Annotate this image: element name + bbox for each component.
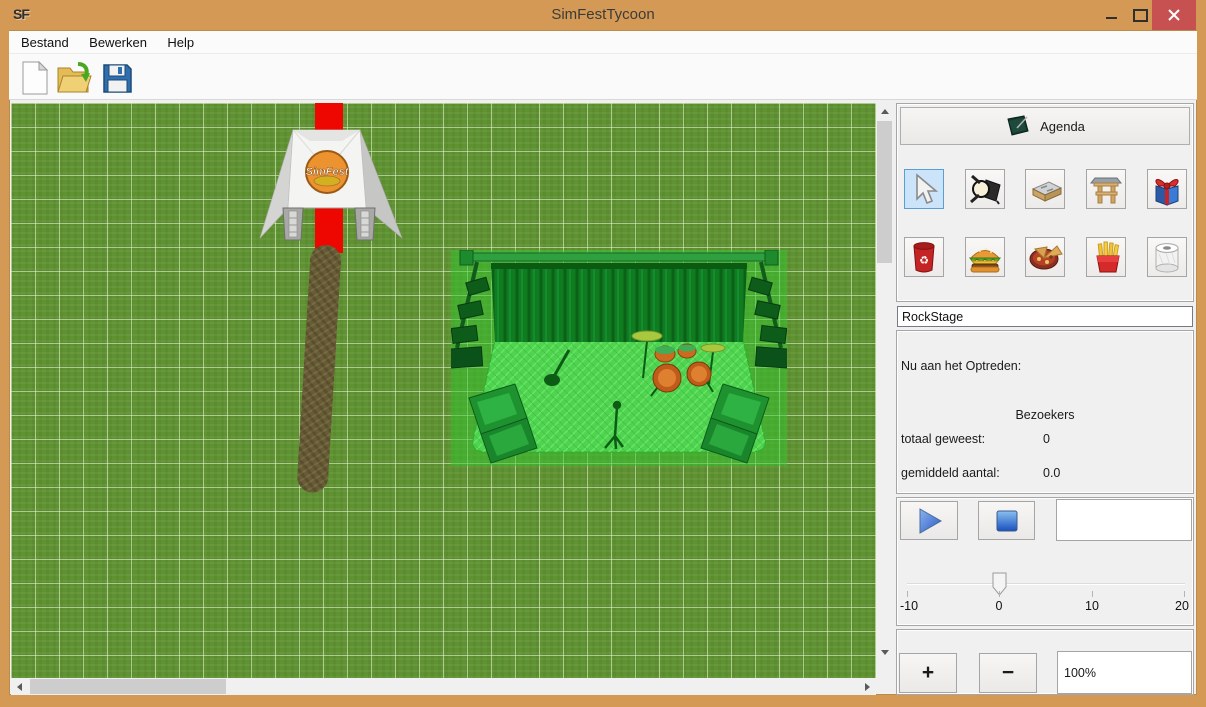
- burger-icon: [967, 241, 1003, 273]
- tool-burger-button[interactable]: [965, 237, 1005, 277]
- slider-tick: [907, 591, 908, 597]
- speed-slider-track[interactable]: [907, 583, 1185, 585]
- entrance-tent[interactable]: SimFest: [258, 126, 404, 268]
- menubar: Bestand Bewerken Help: [9, 31, 1197, 54]
- close-icon: [1168, 9, 1180, 21]
- open-folder-icon: [56, 60, 92, 96]
- tool-pizza-button[interactable]: [1025, 237, 1065, 277]
- now-performing-label: Nu aan het Optreden:: [901, 359, 1021, 373]
- info-groupbox: Nu aan het Optreden: Bezoekers totaal ge…: [896, 330, 1194, 494]
- agenda-button[interactable]: Agenda: [900, 107, 1190, 145]
- slider-label-zero: 0: [996, 599, 1003, 613]
- tool-trash-can-button[interactable]: ♻: [904, 237, 944, 277]
- entrance-gate-icon: [1088, 173, 1124, 205]
- window-title: SimFestTycoon: [0, 6, 1206, 23]
- svg-text:♻: ♻: [919, 255, 929, 267]
- save-file-button[interactable]: [99, 59, 135, 97]
- blank-page-icon: [21, 61, 49, 95]
- agenda-book-icon: [1005, 115, 1031, 137]
- visitors-heading: Bezoekers: [897, 408, 1193, 422]
- stop-icon: [994, 508, 1020, 534]
- tent-leg: [355, 208, 375, 240]
- zoom-level-field[interactable]: 100%: [1057, 651, 1192, 694]
- plus-icon: +: [922, 661, 934, 685]
- new-file-button[interactable]: [17, 59, 53, 97]
- horizontal-scrollbar[interactable]: [11, 678, 876, 695]
- tools-groupbox: Agenda: [896, 103, 1194, 302]
- zoom-in-button[interactable]: +: [899, 653, 957, 693]
- average-visitors-label: gemiddeld aantal:: [901, 466, 1000, 480]
- slider-label-max: 20: [1175, 599, 1189, 613]
- average-visitors-value: 0.0: [1043, 466, 1060, 480]
- maximize-button[interactable]: [1126, 0, 1152, 30]
- tool-entrance-gate-button[interactable]: [1086, 169, 1126, 209]
- titlebar[interactable]: SF SimFestTycoon: [0, 0, 1206, 30]
- fries-icon: [1090, 240, 1122, 274]
- agenda-label: Agenda: [1040, 119, 1085, 134]
- play-icon: [915, 507, 943, 535]
- vertical-scroll-thumb[interactable]: [877, 121, 892, 263]
- tent-leg: [283, 208, 303, 240]
- toilet-paper-icon: [1151, 240, 1183, 274]
- open-file-button[interactable]: [56, 59, 92, 97]
- zoom-groupbox: + − 100%: [896, 629, 1194, 695]
- festival-map-canvas[interactable]: SimFest: [11, 103, 876, 678]
- vertical-scrollbar[interactable]: [876, 103, 893, 678]
- close-button[interactable]: [1152, 0, 1196, 30]
- stage-light-icon: [968, 173, 1002, 205]
- gift-icon: [1150, 172, 1184, 206]
- minus-icon: −: [1002, 661, 1014, 685]
- play-button[interactable]: [900, 501, 958, 540]
- sidebar: Agenda: [896, 103, 1194, 695]
- platform-icon: [1027, 175, 1063, 203]
- select-cursor-icon: [909, 173, 939, 205]
- toolbar: [9, 54, 1197, 100]
- tool-toilet-paper-button[interactable]: [1147, 237, 1187, 277]
- scroll-right-icon[interactable]: [865, 683, 870, 691]
- menu-bestand[interactable]: Bestand: [13, 31, 77, 53]
- scroll-up-icon[interactable]: [881, 109, 889, 114]
- minimize-button[interactable]: [1098, 0, 1126, 30]
- slider-tick: [999, 591, 1000, 597]
- slider-tick: [1184, 591, 1185, 597]
- tool-platform-button[interactable]: [1025, 169, 1065, 209]
- stage-name-input[interactable]: [897, 306, 1193, 327]
- zoom-out-button[interactable]: −: [979, 653, 1037, 693]
- menu-bewerken[interactable]: Bewerken: [81, 31, 155, 53]
- rock-stage[interactable]: [451, 250, 787, 466]
- scroll-down-icon[interactable]: [881, 650, 889, 655]
- trash-can-icon: ♻: [908, 240, 940, 274]
- floppy-disk-icon: [101, 62, 133, 94]
- horizontal-scroll-thumb[interactable]: [30, 679, 226, 694]
- status-panel: [1056, 499, 1192, 541]
- scroll-left-icon[interactable]: [17, 683, 22, 691]
- slider-tick: [1092, 591, 1093, 597]
- dirt-path[interactable]: [296, 244, 342, 493]
- tool-gift-button[interactable]: [1147, 169, 1187, 209]
- tool-fries-button[interactable]: [1086, 237, 1126, 277]
- total-visitors-value: 0: [1043, 432, 1050, 446]
- slider-label-min: -10: [900, 599, 918, 613]
- zoom-level-value: 100%: [1064, 666, 1096, 680]
- tent-logo-text: SimFest: [306, 166, 350, 178]
- simulation-controls-groupbox: -10 0 10 20: [896, 497, 1194, 626]
- tool-stage-light-button[interactable]: [965, 169, 1005, 209]
- menu-help[interactable]: Help: [159, 31, 202, 53]
- stage-truss: [467, 253, 771, 261]
- pizza-icon: [1027, 242, 1063, 272]
- tool-select-button[interactable]: [904, 169, 944, 209]
- application-window: SF SimFestTycoon Bestand Bewerken Help: [0, 0, 1206, 707]
- total-visitors-label: totaal geweest:: [901, 432, 985, 446]
- stop-button[interactable]: [978, 501, 1035, 540]
- slider-label-ten: 10: [1085, 599, 1099, 613]
